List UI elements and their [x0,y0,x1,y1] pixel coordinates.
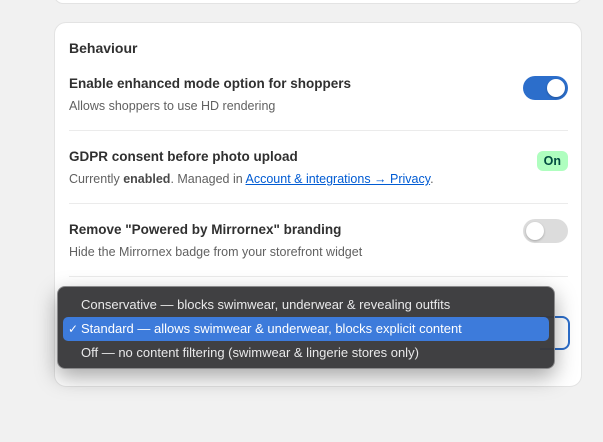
previous-card [54,0,582,4]
option-label: Conservative — blocks swimwear, underwea… [81,297,451,312]
toggle-knob [526,222,544,240]
enhanced-mode-toggle[interactable] [523,76,568,100]
setting-title: GDPR consent before photo upload [69,149,298,164]
privacy-settings-link[interactable]: Account & integrations → Privacy [246,172,431,186]
setting-enhanced-mode: Enable enhanced mode option for shoppers… [69,76,568,113]
setting-remove-branding: Remove "Powered by Mirrornex" branding H… [69,219,568,259]
checkmark-icon: ✓ [68,322,79,336]
content-filter-dropdown-menu: Conservative — blocks swimwear, underwea… [57,286,555,369]
setting-gdpr-consent: GDPR consent before photo upload Current… [69,149,568,186]
toggle-knob [547,79,565,97]
option-label: Off — no content filtering (swimwear & l… [81,345,419,360]
setting-description: Allows shoppers to use HD rendering [69,99,276,113]
divider [69,276,568,277]
desc-suffix: . [430,172,434,186]
option-label: Standard — allows swimwear & underwear, … [81,321,462,336]
remove-branding-toggle[interactable] [523,219,568,243]
gdpr-status-badge: On [536,151,568,171]
divider [69,203,568,204]
setting-description: Currently enabled. Managed in Account & … [69,172,568,186]
setting-title: Enable enhanced mode option for shoppers [69,76,352,91]
desc-middle: . Managed in [170,172,246,186]
content-filter-option-standard[interactable]: ✓ Standard — allows swimwear & underwear… [63,317,549,341]
content-filter-option-conservative[interactable]: Conservative — blocks swimwear, underwea… [63,293,549,317]
section-title: Behaviour [69,40,138,56]
setting-description: Hide the Mirrornex badge from your store… [69,245,363,259]
setting-title: Remove "Powered by Mirrornex" branding [69,222,342,237]
desc-prefix: Currently [69,172,124,186]
desc-status: enabled [123,172,171,186]
content-filter-option-off[interactable]: Off — no content filtering (swimwear & l… [63,341,549,365]
divider [69,130,568,131]
